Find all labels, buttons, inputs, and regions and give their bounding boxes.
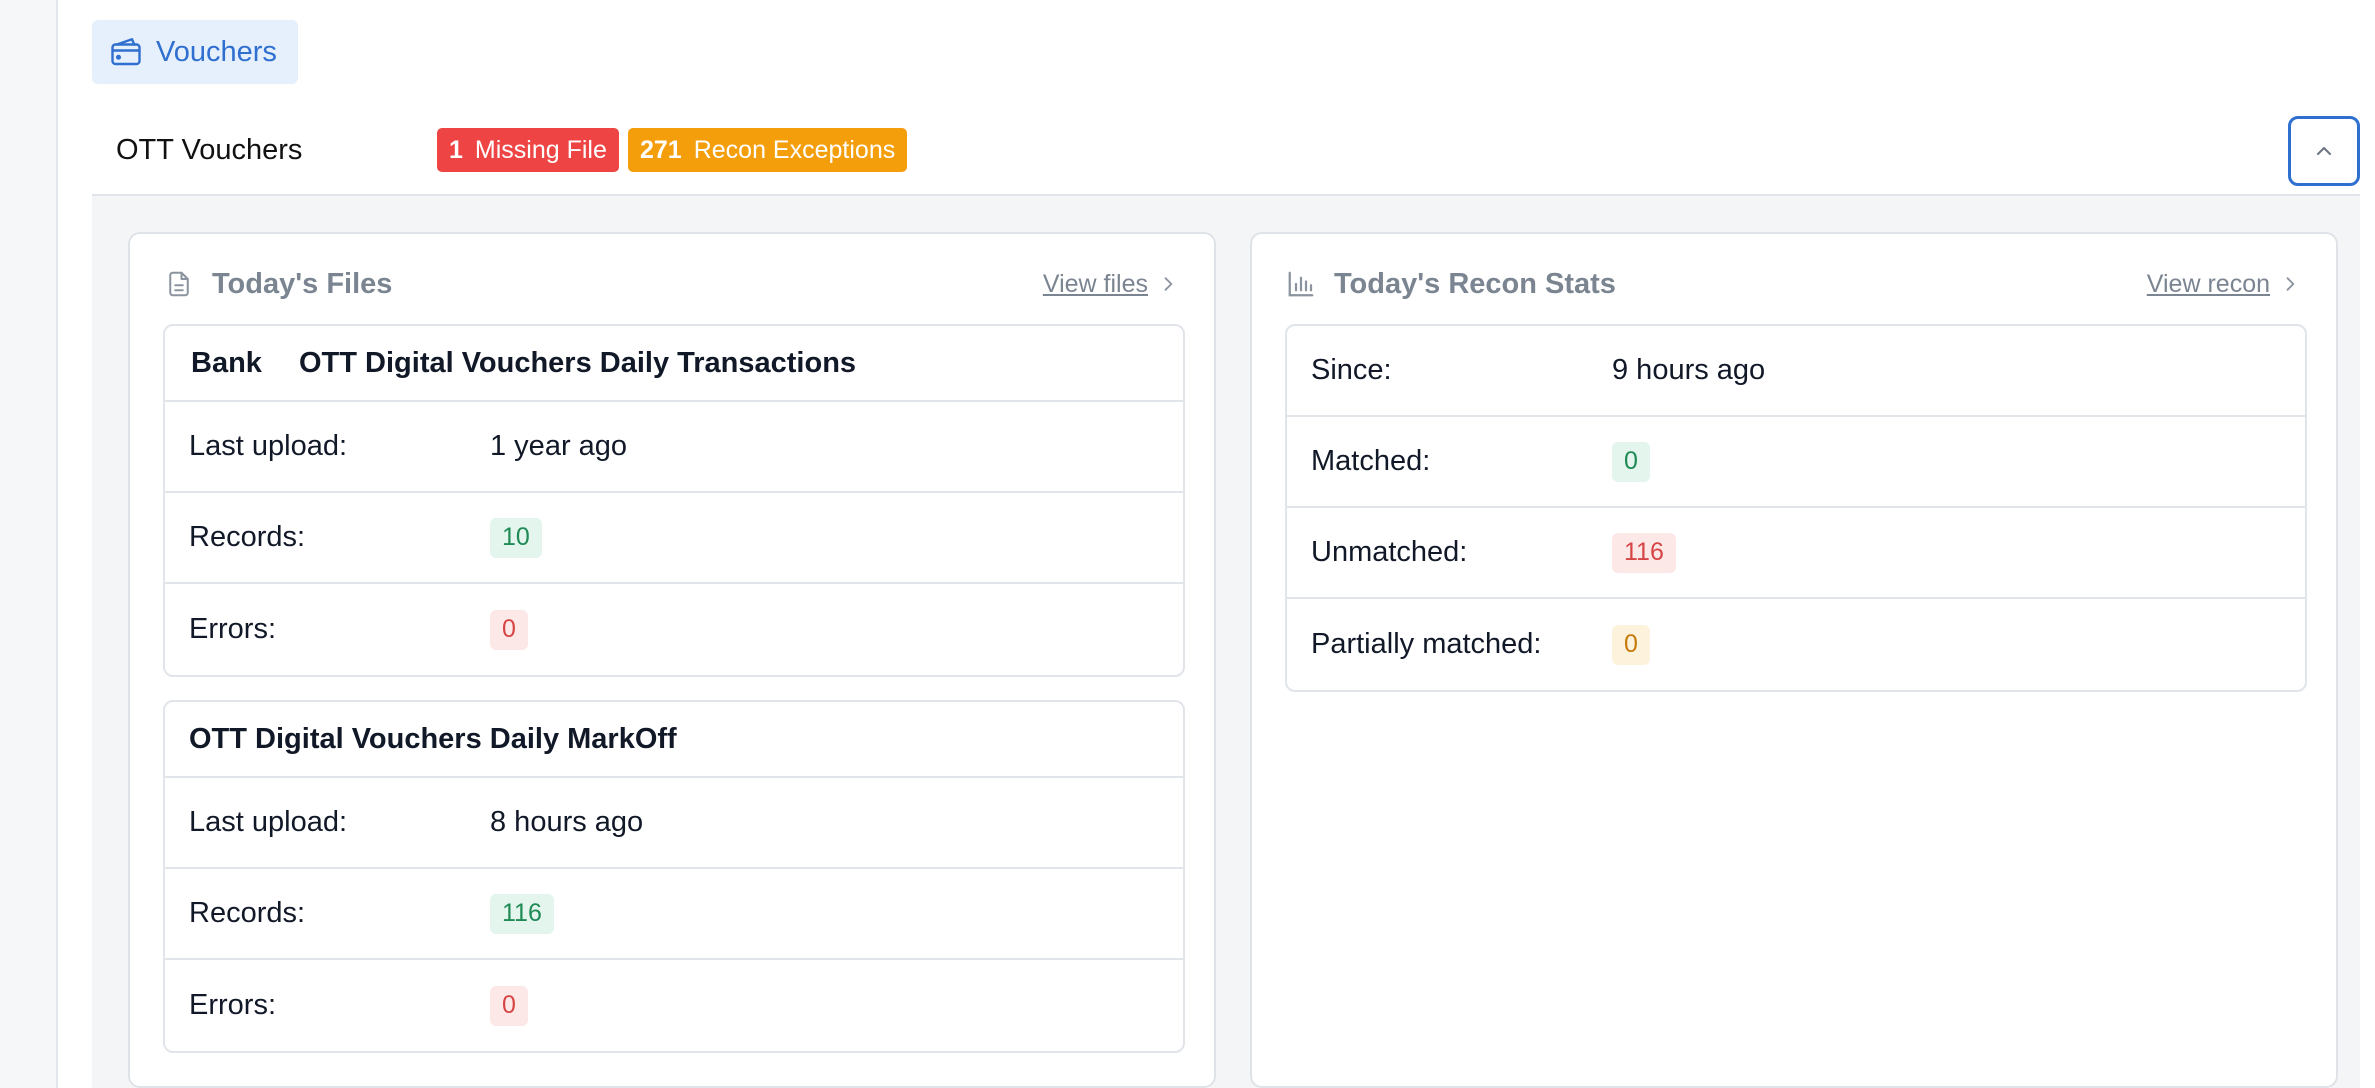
matched-label: Matched:: [1311, 445, 1431, 477]
vouchers-tag[interactable]: Vouchers: [92, 20, 298, 84]
section-title: OTT Vouchers: [116, 134, 303, 166]
missing-file-badge[interactable]: 1 Missing File: [437, 128, 619, 172]
view-files-link[interactable]: View files: [1043, 270, 1178, 299]
todays-recon-header: Today's Recon Stats View recon: [1286, 264, 2300, 304]
last-upload-value: 8 hours ago: [490, 806, 644, 838]
view-recon-link[interactable]: View recon: [2147, 270, 2300, 299]
errors-row: Errors: 0: [165, 584, 1183, 675]
partially-matched-label: Partially matched:: [1311, 628, 1542, 660]
errors-count-badge: 0: [490, 985, 528, 1026]
since-row: Since: 9 hours ago: [1287, 326, 2305, 417]
chevron-up-icon: [2317, 147, 2331, 155]
recon-exceptions-badge[interactable]: 271 Recon Exceptions: [628, 128, 908, 172]
recon-stats-table: Since: 9 hours ago Matched: 0 Unmatched:…: [1285, 324, 2307, 692]
left-rail: [0, 0, 58, 1088]
last-upload-label: Last upload:: [189, 430, 348, 462]
errors-row: Errors: 0: [165, 960, 1183, 1051]
unmatched-count-badge: 116: [1612, 532, 1676, 573]
last-upload-label: Last upload:: [189, 806, 348, 838]
missing-file-count: 1: [449, 135, 463, 164]
errors-label: Errors:: [189, 989, 276, 1021]
records-count-badge: 116: [490, 893, 554, 934]
records-label: Records:: [189, 897, 306, 929]
file-card-transactions: Bank OTT Digital Vouchers Daily Transact…: [163, 324, 1185, 677]
chevron-right-icon: [2286, 277, 2295, 291]
wallet-icon: [111, 38, 141, 66]
bar-chart-icon: [1288, 271, 1314, 297]
partially-matched-count-badge: 0: [1612, 624, 1650, 665]
partially-matched-row: Partially matched: 0: [1287, 599, 2305, 690]
errors-label: Errors:: [189, 613, 276, 645]
errors-count-badge: 0: [490, 609, 528, 650]
file-name: OTT Digital Vouchers Daily MarkOff: [189, 722, 677, 755]
matched-count-badge: 0: [1612, 441, 1650, 482]
view-files-label: View files: [1042, 269, 1148, 298]
todays-files-title: Today's Files: [212, 267, 393, 300]
missing-file-label: Missing File: [474, 135, 607, 164]
records-count-badge: 10: [490, 517, 542, 558]
file-source: Bank: [191, 346, 262, 379]
document-icon: [169, 271, 189, 297]
collapse-button[interactable]: [2288, 116, 2360, 186]
chevron-right-icon: [1164, 277, 1173, 291]
records-label: Records:: [189, 521, 306, 553]
since-value: 9 hours ago: [1612, 354, 1766, 386]
records-row: Records: 10: [165, 493, 1183, 584]
last-upload-row: Last upload: 1 year ago: [165, 402, 1183, 493]
since-label: Since:: [1311, 354, 1392, 386]
view-recon-label: View recon: [2146, 269, 2270, 298]
unmatched-label: Unmatched:: [1311, 536, 1468, 568]
matched-row: Matched: 0: [1287, 417, 2305, 508]
todays-recon-title: Today's Recon Stats: [1334, 267, 1616, 300]
file-card-header: Bank OTT Digital Vouchers Daily Transact…: [165, 326, 1183, 402]
file-card-header: OTT Digital Vouchers Daily MarkOff: [165, 702, 1183, 778]
section-header: OTT Vouchers 1 Missing File 271 Recon Ex…: [92, 116, 2360, 196]
todays-files-card: Today's Files View files Bank OTT Digita…: [128, 232, 1216, 1088]
file-card-markoff: OTT Digital Vouchers Daily MarkOff Last …: [163, 700, 1185, 1053]
todays-files-header: Today's Files View files: [164, 264, 1178, 304]
todays-recon-card: Today's Recon Stats View recon Since: 9 …: [1250, 232, 2338, 1088]
file-name: OTT Digital Vouchers Daily Transactions: [299, 346, 857, 379]
unmatched-row: Unmatched: 116: [1287, 508, 2305, 599]
recon-exceptions-label: Recon Exceptions: [693, 135, 896, 164]
last-upload-row: Last upload: 8 hours ago: [165, 778, 1183, 869]
last-upload-value: 1 year ago: [490, 430, 628, 462]
vouchers-tag-label: Vouchers: [156, 35, 277, 68]
section-body: Today's Files View files Bank OTT Digita…: [92, 196, 2360, 1088]
recon-exceptions-count: 271: [640, 135, 682, 164]
records-row: Records: 116: [165, 869, 1183, 960]
